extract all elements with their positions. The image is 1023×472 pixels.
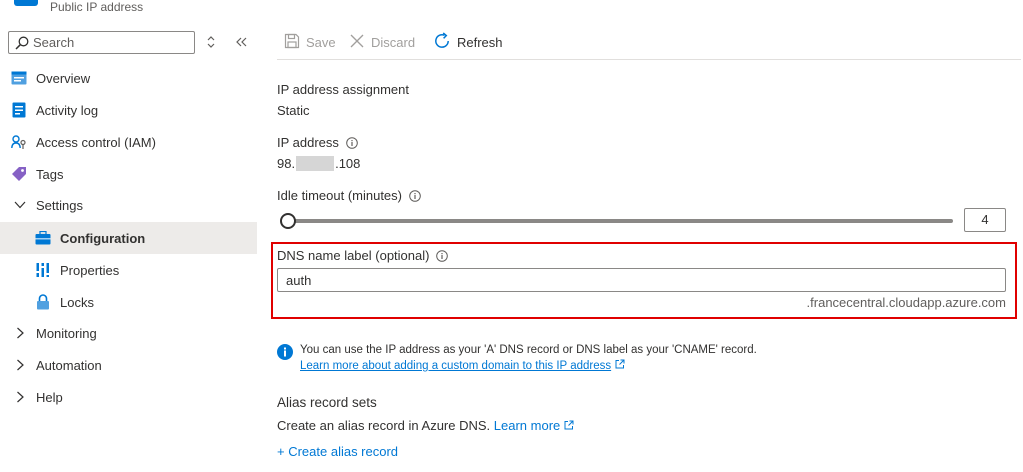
assignment-value: Static <box>277 103 310 118</box>
activity-log-icon <box>11 102 27 118</box>
ip-address-value: 98. .108 <box>277 156 360 171</box>
external-link-icon <box>564 418 574 433</box>
sidebar-item-label: Overview <box>36 70 91 86</box>
collapse-sidebar-icon[interactable] <box>234 34 248 50</box>
sidebar-item-configuration[interactable]: Configuration <box>0 222 257 254</box>
sidebar-item-label: Activity log <box>36 102 99 118</box>
ip-address-prefix: 98. <box>277 156 296 171</box>
overview-icon <box>11 70 27 86</box>
expand-collapse-icon[interactable] <box>204 34 218 50</box>
search-icon <box>15 36 29 53</box>
dns-name-input[interactable] <box>277 268 1006 292</box>
alias-section-title: Alias record sets <box>277 395 377 410</box>
info-icon[interactable] <box>436 249 449 262</box>
sidebar-item-label: Properties <box>60 262 120 278</box>
sidebar-item-label: Tags <box>36 166 64 182</box>
sidebar-item-label: Monitoring <box>36 325 97 341</box>
sidebar-group-monitoring[interactable]: Monitoring <box>0 317 257 349</box>
info-text: You can use the IP address as your 'A' D… <box>300 344 757 356</box>
custom-domain-link-text: Learn more about adding a custom domain … <box>300 360 612 372</box>
discard-label: Discard <box>371 34 416 50</box>
sidebar-item-label: Access control (IAM) <box>36 134 156 150</box>
close-icon <box>349 33 365 52</box>
chevron-right-icon <box>12 325 28 341</box>
ip-address-label-row: IP address <box>277 135 358 150</box>
dns-name-label: DNS name label (optional) <box>277 248 430 263</box>
dns-label-row: DNS name label (optional) <box>277 248 449 263</box>
sidebar-search[interactable] <box>8 31 195 54</box>
alias-description-row: Create an alias record in Azure DNS. Lea… <box>277 418 574 433</box>
sidebar-group-automation[interactable]: Automation <box>0 349 257 381</box>
create-alias-record-button[interactable]: + Create alias record <box>277 444 398 459</box>
refresh-label: Refresh <box>457 34 503 50</box>
dns-suffix: .francecentral.cloudapp.azure.com <box>806 295 1006 310</box>
alias-description: Create an alias record in Azure DNS. <box>277 418 491 433</box>
idle-timeout-slider-thumb[interactable] <box>280 213 296 229</box>
info-icon[interactable] <box>409 189 421 202</box>
save-icon <box>284 33 300 52</box>
learn-more-text: Learn more <box>493 418 561 433</box>
sidebar-item-label: Configuration <box>60 230 146 246</box>
chevron-right-icon <box>12 357 28 373</box>
sidebar: Overview Activity log Access control (IA… <box>0 26 257 472</box>
sidebar-item-tags[interactable]: Tags <box>0 158 257 190</box>
search-input[interactable] <box>33 34 191 51</box>
sidebar-group-help[interactable]: Help <box>0 381 257 413</box>
discard-button[interactable]: Discard <box>349 32 415 52</box>
sidebar-item-overview[interactable]: Overview <box>0 62 257 94</box>
save-label: Save <box>306 34 336 50</box>
lock-icon <box>35 294 51 310</box>
public-ip-icon <box>14 0 38 6</box>
properties-icon <box>35 262 51 278</box>
chevron-right-icon <box>12 389 28 405</box>
refresh-button[interactable]: Refresh <box>433 31 503 53</box>
refresh-icon <box>433 31 451 53</box>
ip-address-suffix: .108 <box>335 156 361 171</box>
info-icon[interactable] <box>346 136 358 149</box>
resource-type-subtitle: Public IP address <box>50 0 144 14</box>
sidebar-item-label: Settings <box>36 197 83 213</box>
chevron-down-icon <box>12 197 28 213</box>
sidebar-group-settings[interactable]: Settings <box>0 189 257 221</box>
external-link-icon <box>615 359 625 372</box>
assignment-label: IP address assignment <box>277 82 409 97</box>
sidebar-item-label: Automation <box>36 357 102 373</box>
learn-more-link[interactable]: Learn more <box>494 418 574 433</box>
idle-timeout-label: Idle timeout (minutes) <box>277 188 402 203</box>
sidebar-item-label: Help <box>36 389 63 405</box>
sidebar-item-label: Locks <box>60 294 94 310</box>
configuration-pane: Save Discard Refresh IP address assignme… <box>271 26 1021 472</box>
sidebar-item-activity-log[interactable]: Activity log <box>0 94 257 126</box>
page-header: Public IP address <box>0 0 1023 18</box>
access-control-icon <box>11 134 27 150</box>
redacted-block <box>296 156 335 171</box>
command-bar: Save Discard Refresh <box>277 26 1021 60</box>
sidebar-item-access-control[interactable]: Access control (IAM) <box>0 126 257 158</box>
save-button[interactable]: Save <box>284 32 336 52</box>
sidebar-item-properties[interactable]: Properties <box>0 254 257 286</box>
info-filled-icon <box>277 344 293 363</box>
idle-timeout-label-row: Idle timeout (minutes) <box>277 188 421 203</box>
idle-timeout-input[interactable]: 4 <box>964 208 1006 232</box>
sidebar-item-locks[interactable]: Locks <box>0 286 257 318</box>
configuration-icon <box>35 230 51 246</box>
tag-icon <box>11 166 27 182</box>
idle-timeout-slider-track[interactable] <box>287 219 953 223</box>
ip-address-label: IP address <box>277 135 339 150</box>
custom-domain-link[interactable]: Learn more about adding a custom domain … <box>300 359 625 372</box>
